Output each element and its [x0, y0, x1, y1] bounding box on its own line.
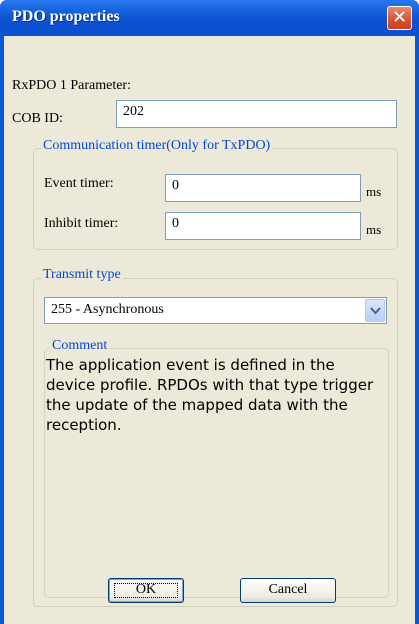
inhibit-timer-label: Inhibit timer: [44, 216, 119, 231]
cob-id-field[interactable]: 202 [116, 100, 397, 128]
window-title: PDO properties [12, 8, 120, 25]
transmit-type-value: 255 - Asynchronous [51, 302, 164, 317]
comment-legend: Comment [50, 338, 110, 354]
param-heading: RxPDO 1 Parameter: [12, 78, 131, 93]
cancel-button[interactable]: Cancel [240, 578, 336, 603]
ok-button[interactable]: OK [108, 578, 184, 603]
close-button[interactable]: ✕ [387, 6, 412, 30]
dialog-client: RxPDO 1 Parameter: COB ID: 202 Communica… [4, 36, 415, 624]
transmit-type-legend: Transmit type [41, 267, 123, 283]
event-timer-field[interactable]: 0 [165, 174, 361, 202]
inhibit-timer-field[interactable]: 0 [165, 212, 361, 240]
event-timer-label: Event timer: [44, 176, 114, 191]
close-icon: ✕ [391, 7, 408, 28]
transmit-type-select[interactable]: 255 - Asynchronous [44, 297, 387, 324]
comment-text: The application event is defined in the … [46, 356, 374, 434]
chevron-down-icon [370, 307, 381, 315]
focus-rect [114, 583, 178, 598]
dialog-window: PDO properties ✕ RxPDO 1 Parameter: COB … [0, 0, 419, 624]
event-timer-unit: ms [366, 184, 382, 199]
comm-timer-legend: Communication timer(Only for TxPDO) [41, 138, 273, 154]
dropdown-button[interactable] [365, 299, 385, 322]
inhibit-timer-unit: ms [366, 222, 382, 237]
cancel-label: Cancel [268, 582, 308, 597]
title-bar[interactable]: PDO properties ✕ [0, 0, 419, 36]
cob-id-label: COB ID: [12, 111, 63, 126]
